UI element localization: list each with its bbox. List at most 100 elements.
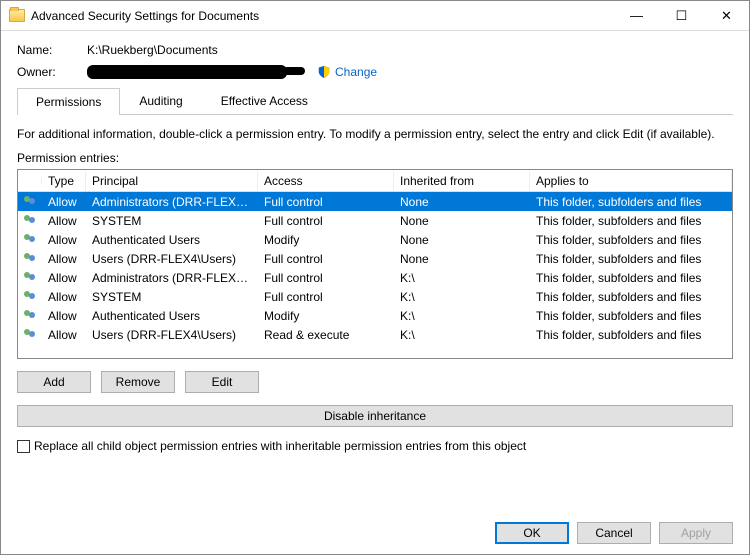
tab-permissions[interactable]: Permissions: [17, 88, 120, 115]
table-row[interactable]: AllowAuthenticated UsersModifyNoneThis f…: [18, 230, 732, 249]
cell-principal: SYSTEM: [86, 289, 258, 305]
table-row[interactable]: AllowUsers (DRR-FLEX4\Users)Read & execu…: [18, 325, 732, 344]
titlebar: Advanced Security Settings for Documents…: [1, 1, 749, 31]
cell-principal: Authenticated Users: [86, 308, 258, 324]
folder-icon: [9, 9, 25, 22]
cell-applies: This folder, subfolders and files: [530, 194, 732, 210]
principal-icon: [24, 310, 36, 322]
tab-auditing[interactable]: Auditing: [120, 87, 201, 114]
table-row[interactable]: AllowAdministrators (DRR-FLEX4\A...Full …: [18, 268, 732, 287]
edit-button[interactable]: Edit: [185, 371, 259, 393]
permission-grid[interactable]: Type Principal Access Inherited from App…: [17, 169, 733, 359]
cell-principal: Administrators (DRR-FLEX4\A...: [86, 194, 258, 210]
add-button[interactable]: Add: [17, 371, 91, 393]
cell-applies: This folder, subfolders and files: [530, 251, 732, 267]
table-row[interactable]: AllowUsers (DRR-FLEX4\Users)Full control…: [18, 249, 732, 268]
cell-principal: Authenticated Users: [86, 232, 258, 248]
cell-inherited: None: [394, 232, 530, 248]
cell-access: Full control: [258, 251, 394, 267]
grid-body: AllowAdministrators (DRR-FLEX4\A...Full …: [18, 192, 732, 344]
remove-button[interactable]: Remove: [101, 371, 175, 393]
name-row: Name: K:\Ruekberg\Documents: [17, 43, 733, 57]
cell-inherited: K:\: [394, 308, 530, 324]
cell-type: Allow: [42, 213, 86, 229]
replace-checkbox[interactable]: [17, 440, 30, 453]
cell-access: Full control: [258, 213, 394, 229]
cell-type: Allow: [42, 251, 86, 267]
cell-applies: This folder, subfolders and files: [530, 270, 732, 286]
name-value: K:\Ruekberg\Documents: [87, 43, 218, 57]
cell-access: Read & execute: [258, 327, 394, 343]
replace-row: Replace all child object permission entr…: [17, 439, 733, 453]
cell-type: Allow: [42, 194, 86, 210]
col-access[interactable]: Access: [258, 171, 394, 191]
dialog-footer: OK Cancel Apply: [495, 522, 733, 544]
cell-type: Allow: [42, 289, 86, 305]
disable-inheritance-row: Disable inheritance: [17, 405, 733, 427]
name-label: Name:: [17, 43, 87, 57]
cell-access: Modify: [258, 232, 394, 248]
cell-applies: This folder, subfolders and files: [530, 308, 732, 324]
owner-row: Owner: Change: [17, 65, 733, 79]
principal-icon: [24, 196, 36, 208]
info-text: For additional information, double-click…: [17, 127, 733, 141]
cell-type: Allow: [42, 327, 86, 343]
cell-access: Modify: [258, 308, 394, 324]
cell-principal: Users (DRR-FLEX4\Users): [86, 327, 258, 343]
cell-inherited: K:\: [394, 270, 530, 286]
tabs: Permissions Auditing Effective Access: [17, 87, 733, 115]
principal-icon: [24, 291, 36, 303]
cell-principal: SYSTEM: [86, 213, 258, 229]
entry-buttons: Add Remove Edit: [17, 371, 733, 393]
cell-type: Allow: [42, 308, 86, 324]
content-area: Name: K:\Ruekberg\Documents Owner: Chang…: [1, 31, 749, 461]
table-row[interactable]: AllowSYSTEMFull controlK:\This folder, s…: [18, 287, 732, 306]
cell-access: Full control: [258, 289, 394, 305]
cell-access: Full control: [258, 194, 394, 210]
cell-applies: This folder, subfolders and files: [530, 289, 732, 305]
table-row[interactable]: AllowAuthenticated UsersModifyK:\This fo…: [18, 306, 732, 325]
cell-inherited: None: [394, 251, 530, 267]
cell-principal: Users (DRR-FLEX4\Users): [86, 251, 258, 267]
cell-applies: This folder, subfolders and files: [530, 327, 732, 343]
col-applies[interactable]: Applies to: [530, 171, 732, 191]
apply-button: Apply: [659, 522, 733, 544]
cell-type: Allow: [42, 232, 86, 248]
table-row[interactable]: AllowSYSTEMFull controlNoneThis folder, …: [18, 211, 732, 230]
grid-header: Type Principal Access Inherited from App…: [18, 170, 732, 192]
security-settings-window: Advanced Security Settings for Documents…: [0, 0, 750, 555]
maximize-button[interactable]: ☐: [659, 1, 704, 30]
cell-inherited: K:\: [394, 327, 530, 343]
window-controls: — ☐ ✕: [614, 1, 749, 30]
owner-label: Owner:: [17, 65, 87, 79]
table-row[interactable]: AllowAdministrators (DRR-FLEX4\A...Full …: [18, 192, 732, 211]
ok-button[interactable]: OK: [495, 522, 569, 544]
cell-inherited: None: [394, 194, 530, 210]
tab-effective-access[interactable]: Effective Access: [202, 87, 327, 114]
principal-icon: [24, 272, 36, 284]
disable-inheritance-button[interactable]: Disable inheritance: [17, 405, 733, 427]
principal-icon: [24, 215, 36, 227]
col-principal[interactable]: Principal: [86, 171, 258, 191]
change-owner-link[interactable]: Change: [335, 65, 377, 79]
owner-redacted: [87, 65, 287, 79]
cell-applies: This folder, subfolders and files: [530, 232, 732, 248]
cell-applies: This folder, subfolders and files: [530, 213, 732, 229]
cell-principal: Administrators (DRR-FLEX4\A...: [86, 270, 258, 286]
shield-icon: [317, 65, 331, 79]
principal-icon: [24, 253, 36, 265]
replace-label: Replace all child object permission entr…: [34, 439, 526, 453]
close-button[interactable]: ✕: [704, 1, 749, 30]
cell-access: Full control: [258, 270, 394, 286]
col-type[interactable]: Type: [42, 171, 86, 191]
cell-type: Allow: [42, 270, 86, 286]
col-inherited[interactable]: Inherited from: [394, 171, 530, 191]
principal-icon: [24, 329, 36, 341]
minimize-button[interactable]: —: [614, 1, 659, 30]
window-title: Advanced Security Settings for Documents: [31, 9, 259, 23]
entries-label: Permission entries:: [17, 151, 733, 165]
principal-icon: [24, 234, 36, 246]
cancel-button[interactable]: Cancel: [577, 522, 651, 544]
cell-inherited: None: [394, 213, 530, 229]
cell-inherited: K:\: [394, 289, 530, 305]
